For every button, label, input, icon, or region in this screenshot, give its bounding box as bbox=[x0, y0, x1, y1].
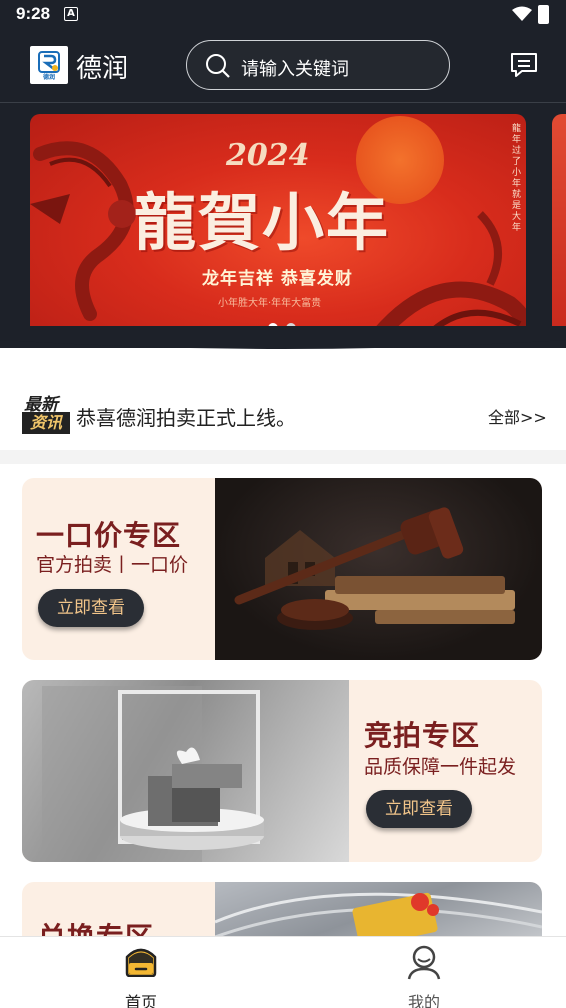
app-bar: 德润 德润 请输入关键词 bbox=[0, 36, 566, 100]
message-icon[interactable] bbox=[510, 52, 538, 78]
search-icon bbox=[206, 54, 230, 78]
wifi-icon bbox=[512, 6, 532, 21]
promo-banner[interactable]: 2024 龍賀小年 龙年吉祥 恭喜发财 小年胜大年·年年大富贵 龍年 过了小年就… bbox=[30, 114, 526, 340]
search-box[interactable]: 请输入关键词 bbox=[186, 40, 450, 90]
section-subtitle: 官方拍卖丨一口价 bbox=[36, 554, 189, 576]
bidding-section-card[interactable]: 竞拍专区 品质保障一件起发 立即查看 bbox=[22, 680, 542, 862]
bottom-nav: 首页 我的 bbox=[0, 936, 566, 1008]
banner-side-text: 龍年 过了小年就是大年 bbox=[512, 124, 522, 233]
search-input[interactable]: 请输入关键词 bbox=[241, 55, 349, 81]
gavel-image bbox=[215, 478, 542, 660]
section-title: 一口价专区 bbox=[36, 519, 182, 552]
divider bbox=[0, 102, 566, 103]
view-now-button[interactable]: 立即查看 bbox=[366, 790, 472, 828]
banner-next-slide[interactable] bbox=[552, 114, 566, 340]
fixed-price-section-card[interactable]: 一口价专区 官方拍卖丨一口价 立即查看 bbox=[22, 478, 542, 660]
app-logo: 德润 bbox=[30, 46, 68, 84]
status-bar: 9:28 A bbox=[0, 0, 566, 30]
home-icon bbox=[125, 948, 157, 977]
header-curve bbox=[0, 326, 566, 349]
nav-mine-label: 我的 bbox=[407, 993, 440, 1008]
exchange-section-card[interactable]: 兑换专区 bbox=[22, 882, 542, 942]
news-badge: 最新 资讯 bbox=[22, 390, 70, 436]
banner-tagline: 小年胜大年·年年大富贵 bbox=[218, 298, 322, 309]
app-name: 德润 bbox=[76, 54, 129, 84]
logo-text: 德润 bbox=[42, 74, 55, 81]
news-headline[interactable]: 恭喜德润拍卖正式上线。 bbox=[76, 402, 296, 431]
battery-icon bbox=[538, 5, 549, 24]
banner-title: 龍賀小年 bbox=[134, 186, 391, 259]
gift-box-image bbox=[22, 680, 349, 862]
view-now-button[interactable]: 立即查看 bbox=[38, 589, 144, 627]
section-gap bbox=[0, 450, 566, 464]
section-subtitle: 品质保障一件起发 bbox=[364, 756, 517, 778]
nav-home-label: 首页 bbox=[124, 993, 157, 1008]
logo-icon bbox=[38, 51, 60, 73]
user-icon bbox=[407, 945, 441, 980]
section-title: 竞拍专区 bbox=[364, 719, 481, 752]
news-all-link[interactable]: 全部>> bbox=[488, 404, 547, 428]
banner-year: 2024 bbox=[226, 138, 310, 173]
notification-icon: A bbox=[64, 7, 78, 21]
status-time: 9:28 bbox=[16, 4, 51, 23]
banner-subtitle: 龙年吉祥 恭喜发财 bbox=[202, 269, 353, 289]
news-badge-bottom: 资讯 bbox=[22, 412, 70, 434]
news-bar[interactable]: 最新 资讯 恭喜德润拍卖正式上线。 全部>> bbox=[0, 380, 566, 448]
exchange-image bbox=[214, 882, 542, 942]
